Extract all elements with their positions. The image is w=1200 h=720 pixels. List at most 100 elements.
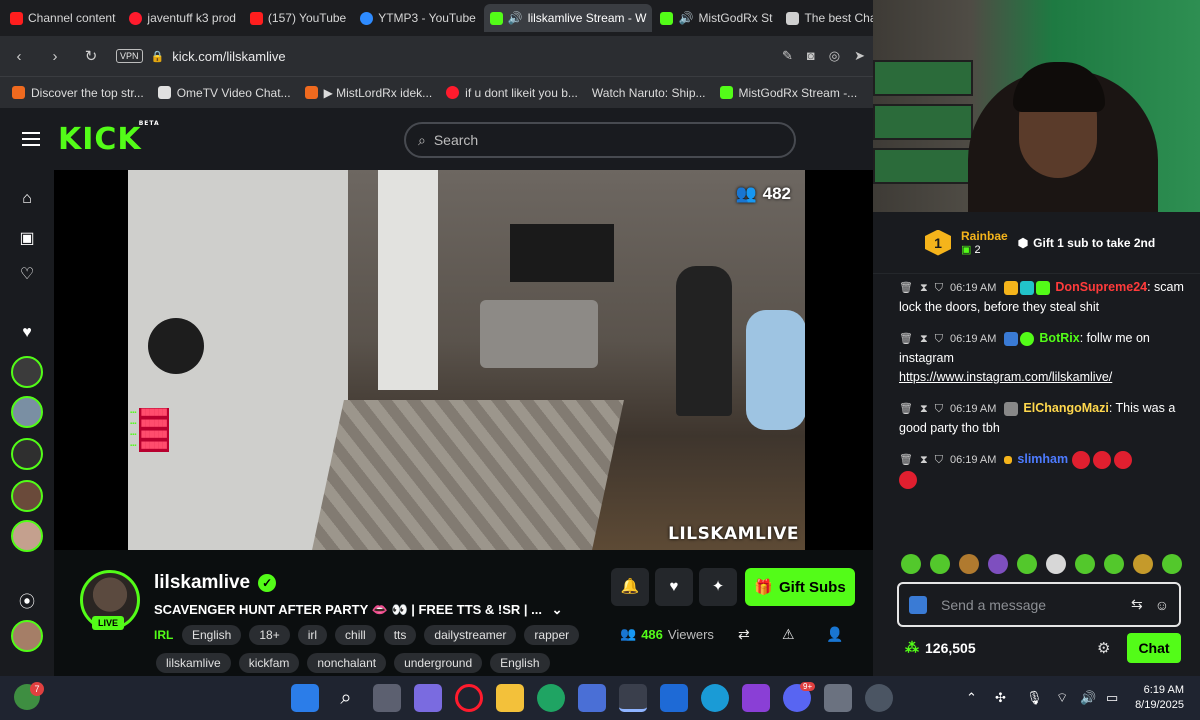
send-icon[interactable]: ➤ [854, 48, 865, 64]
copilot-icon[interactable] [414, 684, 442, 712]
chevron-up-icon[interactable]: ⌃ [966, 690, 977, 706]
channel-points[interactable]: ⁂ 126,505 [905, 639, 976, 656]
edit-icon[interactable]: ✎ [782, 48, 793, 64]
outlook-icon[interactable] [660, 684, 688, 712]
emote-icon[interactable] [1104, 554, 1124, 574]
chat-settings-icon[interactable]: ⚙ [1097, 639, 1110, 657]
chrome-icon[interactable] [537, 684, 565, 712]
timeout-icon[interactable]: ⧗ [920, 330, 928, 349]
bookmark[interactable]: Discover the top str... [12, 86, 144, 100]
browser-tab-active[interactable]: 🔊 lilskamlive Stream - W [483, 4, 653, 32]
vpn-badge[interactable]: VPN [116, 49, 143, 63]
trash-icon[interactable]: 🗑 [899, 330, 913, 349]
shield-icon[interactable]: ⛉ [935, 451, 943, 470]
file-explorer-icon[interactable] [496, 684, 524, 712]
follow-heart-button[interactable]: ♥ [655, 568, 693, 606]
gift-sub-cta[interactable]: ⬢ Gift 1 sub to take 2nd [1018, 236, 1156, 250]
shield-icon[interactable]: ⛉ [935, 400, 943, 419]
timeout-icon[interactable]: ⧗ [920, 451, 928, 470]
video-player[interactable]: 👥 482 ▪▪▪ ██████ ▪▪▪ ██████ ▪▪▪ ██████ ▪▪▪ █… [54, 170, 873, 550]
stream-category[interactable]: IRL [154, 628, 173, 642]
camera-app-icon[interactable] [824, 684, 852, 712]
chevron-down-icon[interactable]: ⌄ [552, 602, 563, 617]
bookmark[interactable]: if u dont likeit you b... [446, 86, 578, 100]
browser-tab[interactable]: YTMP3 - YouTube [354, 4, 482, 32]
following-icon[interactable]: ♡ [18, 264, 36, 283]
followed-channel-avatar[interactable] [11, 356, 43, 388]
emote-icon[interactable] [1162, 554, 1182, 574]
send-chat-button[interactable]: Chat [1127, 633, 1181, 663]
emote-icon[interactable] [901, 554, 921, 574]
volume-icon[interactable]: 🔊 [1080, 690, 1096, 706]
add-user-icon[interactable]: 👤 [826, 626, 843, 643]
tag-pill[interactable]: dailystreamer [424, 625, 517, 645]
timeout-icon[interactable]: ⧗ [920, 400, 928, 419]
emote-icon[interactable] [1017, 554, 1037, 574]
emote-icon[interactable] [959, 554, 979, 574]
edge-icon[interactable] [701, 684, 729, 712]
trash-icon[interactable]: 🗑 [899, 279, 913, 298]
notification-bell-button[interactable]: 🔔 [611, 568, 649, 606]
clipchamp-icon[interactable] [742, 684, 770, 712]
url-text[interactable]: kick.com/lilskamlive [172, 49, 285, 64]
tag-pill[interactable]: tts [383, 625, 417, 645]
chat-username[interactable]: DonSupreme24 [1055, 280, 1147, 294]
store-icon[interactable] [578, 684, 606, 712]
heart-icon[interactable]: ♥ [18, 324, 36, 342]
emote-icon[interactable] [930, 554, 950, 574]
wifi-icon[interactable]: ⌔ [1056, 690, 1068, 706]
shield-icon[interactable]: ◎ [829, 48, 840, 64]
browser-tab[interactable]: Channel content [4, 4, 121, 32]
menu-icon[interactable] [22, 132, 40, 146]
forward-icon[interactable]: › [44, 48, 66, 65]
chat-username[interactable]: ElChangoMazi [1023, 401, 1108, 415]
task-view-icon[interactable] [373, 684, 401, 712]
followed-channel-avatar[interactable] [11, 620, 43, 652]
gift-subs-button[interactable]: 🎁 Gift Subs [745, 568, 855, 606]
translate-icon[interactable]: ⇆ [1131, 596, 1143, 613]
sparkle-button[interactable]: ✦ [699, 568, 737, 606]
tag-pill[interactable]: lilskamlive [156, 653, 231, 673]
opera-gx-icon[interactable] [455, 684, 483, 712]
back-icon[interactable]: ‹ [8, 48, 30, 65]
kick-logo[interactable]: KICK BETA [58, 120, 159, 157]
emote-icon[interactable] [1046, 554, 1066, 574]
tag-pill[interactable]: irl [297, 625, 328, 645]
report-icon[interactable]: ⚠ [782, 626, 795, 643]
emote-icon[interactable] [988, 554, 1008, 574]
bookmark[interactable]: MistGodRx Stream -... [719, 86, 857, 100]
emote-icon[interactable] [1133, 554, 1153, 574]
share-icon[interactable]: ⇄ [738, 626, 750, 643]
live-broadcast-icon[interactable]: ⦿ [18, 588, 36, 611]
trash-icon[interactable]: 🗑 [899, 400, 913, 419]
followed-channel-avatar[interactable] [11, 480, 43, 512]
settings-app-icon[interactable] [865, 684, 893, 712]
browser-tab[interactable]: The best ChatB [780, 4, 873, 32]
video-frame[interactable]: 👥 482 ▪▪▪ ██████ ▪▪▪ ██████ ▪▪▪ ██████ ▪▪▪ █… [128, 170, 805, 550]
followed-channel-avatar[interactable] [11, 438, 43, 470]
clock[interactable]: 6:19 AM 8/19/2025 [1135, 683, 1184, 713]
browser-tab[interactable]: 🔊 MistGodRx St [654, 4, 778, 32]
chat-message-input[interactable]: Send a message ⇆ ☺ [897, 582, 1181, 627]
bookmark[interactable]: ▶ MistLordRx idek... [304, 86, 432, 100]
tag-pill[interactable]: chill [335, 625, 376, 645]
tag-pill[interactable]: nonchalant [307, 653, 387, 673]
search-input[interactable]: ⌕ Search [404, 122, 796, 158]
camera-icon[interactable]: ◙ [807, 48, 815, 64]
channel-name[interactable]: lilskamlive ✓ [154, 572, 277, 594]
shield-icon[interactable]: ⛉ [935, 330, 943, 349]
chat-link[interactable]: https://www.instagram.com/lilskamlive/ [899, 370, 1112, 384]
emoji-icon[interactable]: ☺ [1155, 597, 1169, 613]
chat-username[interactable]: BotRix [1039, 331, 1079, 345]
bookmark[interactable]: Watch Naruto: Ship... [592, 86, 706, 100]
browser-tab[interactable]: javentuff k3 prod [123, 4, 242, 32]
trash-icon[interactable]: 🗑 [899, 451, 913, 470]
followed-channel-avatar[interactable] [11, 520, 43, 552]
url-field[interactable]: VPN 🔒 kick.com/lilskamlive [116, 42, 768, 70]
tray-app-icon[interactable]: ✣ [995, 690, 1006, 706]
tag-pill[interactable]: 18+ [249, 625, 290, 645]
reload-icon[interactable]: ↻ [80, 47, 102, 65]
bookmark[interactable]: OmeTV Video Chat... [157, 86, 291, 100]
tag-pill[interactable]: rapper [524, 625, 580, 645]
timeout-icon[interactable]: ⧗ [920, 279, 928, 298]
